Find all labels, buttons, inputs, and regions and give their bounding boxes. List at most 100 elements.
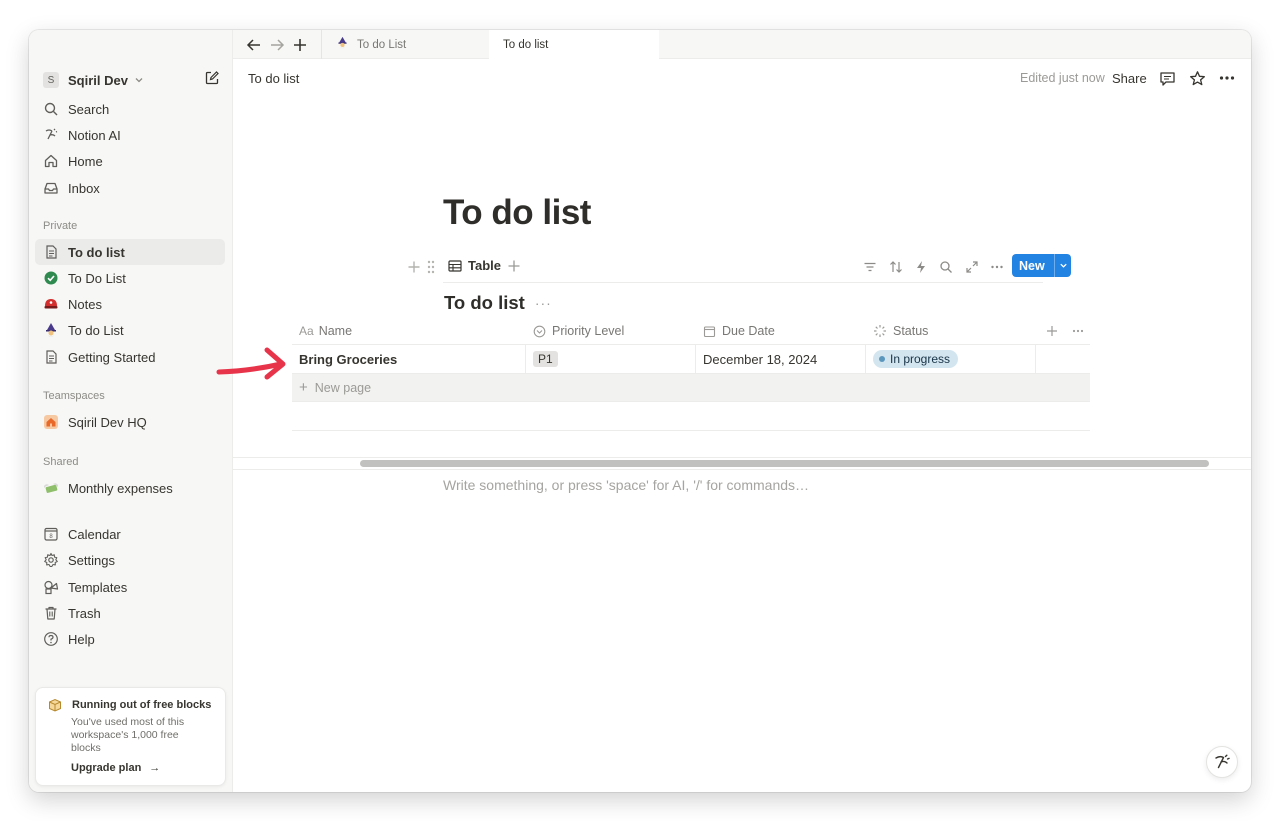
upgrade-title: Running out of free blocks bbox=[72, 699, 212, 711]
forward-button[interactable] bbox=[268, 36, 286, 54]
sidebar-item-monthly-expenses[interactable]: Monthly expenses bbox=[35, 475, 225, 501]
new-page-icon[interactable] bbox=[204, 70, 220, 86]
tab-bar: To do List To do list bbox=[233, 30, 1251, 60]
upgrade-plan-link[interactable]: Upgrade plan → bbox=[71, 762, 213, 774]
tab-label: To do List bbox=[357, 38, 407, 51]
sidebar-item-help[interactable]: Help bbox=[35, 626, 225, 652]
lightning-icon bbox=[917, 261, 925, 273]
calendar-icon: 8 bbox=[43, 526, 59, 542]
plus-icon: + bbox=[299, 379, 308, 396]
sidebar-item-settings[interactable]: Settings bbox=[35, 547, 225, 573]
templates-icon bbox=[43, 579, 59, 595]
view-tab-table[interactable]: Table bbox=[448, 258, 501, 273]
expand-button[interactable] bbox=[964, 259, 980, 275]
sidebar-item-to-do-list-3[interactable]: To do List bbox=[35, 317, 225, 343]
more-horizontal-icon[interactable] bbox=[1072, 325, 1084, 337]
column-header-status[interactable]: Status bbox=[866, 318, 1036, 344]
arrow-right-icon: → bbox=[149, 762, 161, 774]
db-more-button[interactable] bbox=[989, 259, 1005, 275]
sidebar-item-templates[interactable]: Templates bbox=[35, 574, 225, 600]
search-icon bbox=[43, 101, 59, 117]
add-view-icon[interactable] bbox=[507, 259, 521, 273]
sidebar-item-inbox[interactable]: Inbox bbox=[35, 175, 225, 201]
horizontal-scrollbar[interactable] bbox=[360, 460, 1209, 467]
table-header-row: Aa Name Priority Level Due Date Status bbox=[292, 318, 1090, 345]
sidebar-item-label: Templates bbox=[68, 579, 128, 595]
comments-button[interactable] bbox=[1158, 69, 1176, 87]
notion-window: S Sqiril Dev Search Notion AI Home Inbox… bbox=[29, 30, 1251, 792]
house-icon bbox=[43, 414, 59, 430]
share-button[interactable]: Share bbox=[1112, 71, 1147, 86]
database-title-row: To do list ··· bbox=[444, 292, 552, 314]
automation-button[interactable] bbox=[913, 259, 929, 275]
upgrade-card: Running out of free blocks You've used m… bbox=[35, 687, 226, 786]
toolbar-divider bbox=[443, 282, 1043, 283]
cell-name[interactable]: Bring Groceries bbox=[292, 345, 526, 373]
sidebar-item-trash[interactable]: Trash bbox=[35, 600, 225, 626]
sidebar-item-getting-started[interactable]: Getting Started bbox=[35, 344, 225, 370]
drag-handle-icon[interactable] bbox=[426, 259, 436, 275]
sidebar-item-calendar[interactable]: 8 Calendar bbox=[35, 521, 225, 547]
notion-ai-button[interactable] bbox=[1206, 746, 1238, 778]
column-header-priority[interactable]: Priority Level bbox=[526, 318, 696, 344]
search-icon bbox=[940, 261, 952, 273]
table-row[interactable]: Bring Groceries P1 December 18, 2024 In … bbox=[292, 345, 1090, 374]
editor-placeholder[interactable]: Write something, or press 'space' for AI… bbox=[443, 477, 809, 493]
sidebar-item-to-do-list-2[interactable]: To Do List bbox=[35, 265, 225, 291]
add-property-icon[interactable] bbox=[1046, 325, 1058, 337]
new-tab-button[interactable] bbox=[291, 36, 309, 54]
check-circle-icon bbox=[43, 270, 59, 286]
sidebar-item-label: Search bbox=[68, 101, 110, 117]
more-horizontal-icon bbox=[1219, 76, 1235, 80]
sidebar-item-to-do-list[interactable]: To do list bbox=[35, 239, 225, 265]
sidebar-item-notion-ai[interactable]: Notion AI bbox=[35, 122, 225, 148]
breadcrumb[interactable]: To do list bbox=[248, 71, 299, 86]
status-dot bbox=[879, 356, 885, 362]
page-title[interactable]: To do list bbox=[443, 193, 591, 233]
favorite-button[interactable] bbox=[1188, 69, 1206, 87]
sidebar-item-home[interactable]: Home bbox=[35, 148, 225, 174]
workspace-switcher[interactable]: S Sqiril Dev bbox=[43, 70, 144, 90]
column-header-due-date[interactable]: Due Date bbox=[696, 318, 866, 344]
sidebar-item-sqiril-dev-hq[interactable]: Sqiril Dev HQ bbox=[35, 409, 225, 435]
column-header-label: Status bbox=[893, 324, 929, 338]
cell-priority[interactable]: P1 bbox=[526, 345, 696, 373]
tab-to-do-list-active[interactable]: To do list bbox=[489, 30, 659, 60]
sidebar-item-label: Help bbox=[68, 631, 95, 647]
database-table: Aa Name Priority Level Due Date Status B… bbox=[292, 318, 1090, 402]
table-bottom-divider bbox=[292, 430, 1090, 431]
tab-label: To do list bbox=[503, 39, 549, 51]
column-header-actions bbox=[1036, 318, 1090, 344]
cell-status[interactable]: In progress bbox=[866, 345, 1036, 373]
sidebar-item-label: Trash bbox=[68, 605, 101, 621]
cell-empty bbox=[1036, 345, 1090, 373]
sort-button[interactable] bbox=[888, 259, 904, 275]
sidebar-item-label: To Do List bbox=[68, 270, 126, 286]
due-date-value: December 18, 2024 bbox=[703, 351, 818, 367]
add-block-icon[interactable] bbox=[407, 260, 421, 274]
wizard-emoji-icon bbox=[43, 322, 59, 338]
notion-ai-icon bbox=[43, 127, 59, 143]
page-more-button[interactable] bbox=[1218, 69, 1236, 87]
database-more-button[interactable]: ··· bbox=[535, 295, 552, 311]
more-horizontal-icon bbox=[991, 265, 1003, 269]
sidebar-item-label: Sqiril Dev HQ bbox=[68, 414, 147, 430]
tab-to-do-list-wizard[interactable]: To do List bbox=[321, 30, 489, 59]
priority-tag: P1 bbox=[533, 351, 558, 367]
scroll-track-bottom bbox=[233, 469, 1251, 470]
new-page-row[interactable]: + New page bbox=[292, 374, 1090, 402]
filter-button[interactable] bbox=[862, 259, 878, 275]
search-db-button[interactable] bbox=[938, 259, 954, 275]
new-button-label: New bbox=[1019, 258, 1045, 273]
sidebar-item-search[interactable]: Search bbox=[35, 96, 225, 122]
cell-due-date[interactable]: December 18, 2024 bbox=[696, 345, 866, 373]
new-dropdown-toggle[interactable] bbox=[1055, 261, 1071, 270]
column-header-label: Priority Level bbox=[552, 324, 625, 338]
sidebar-item-notes[interactable]: Notes bbox=[35, 291, 225, 317]
back-button[interactable] bbox=[245, 36, 263, 54]
column-header-name[interactable]: Aa Name bbox=[292, 318, 526, 344]
new-record-button[interactable]: New bbox=[1012, 254, 1071, 277]
annotation-arrow-icon bbox=[216, 347, 286, 380]
trash-icon bbox=[43, 605, 59, 621]
database-title[interactable]: To do list bbox=[444, 292, 525, 314]
